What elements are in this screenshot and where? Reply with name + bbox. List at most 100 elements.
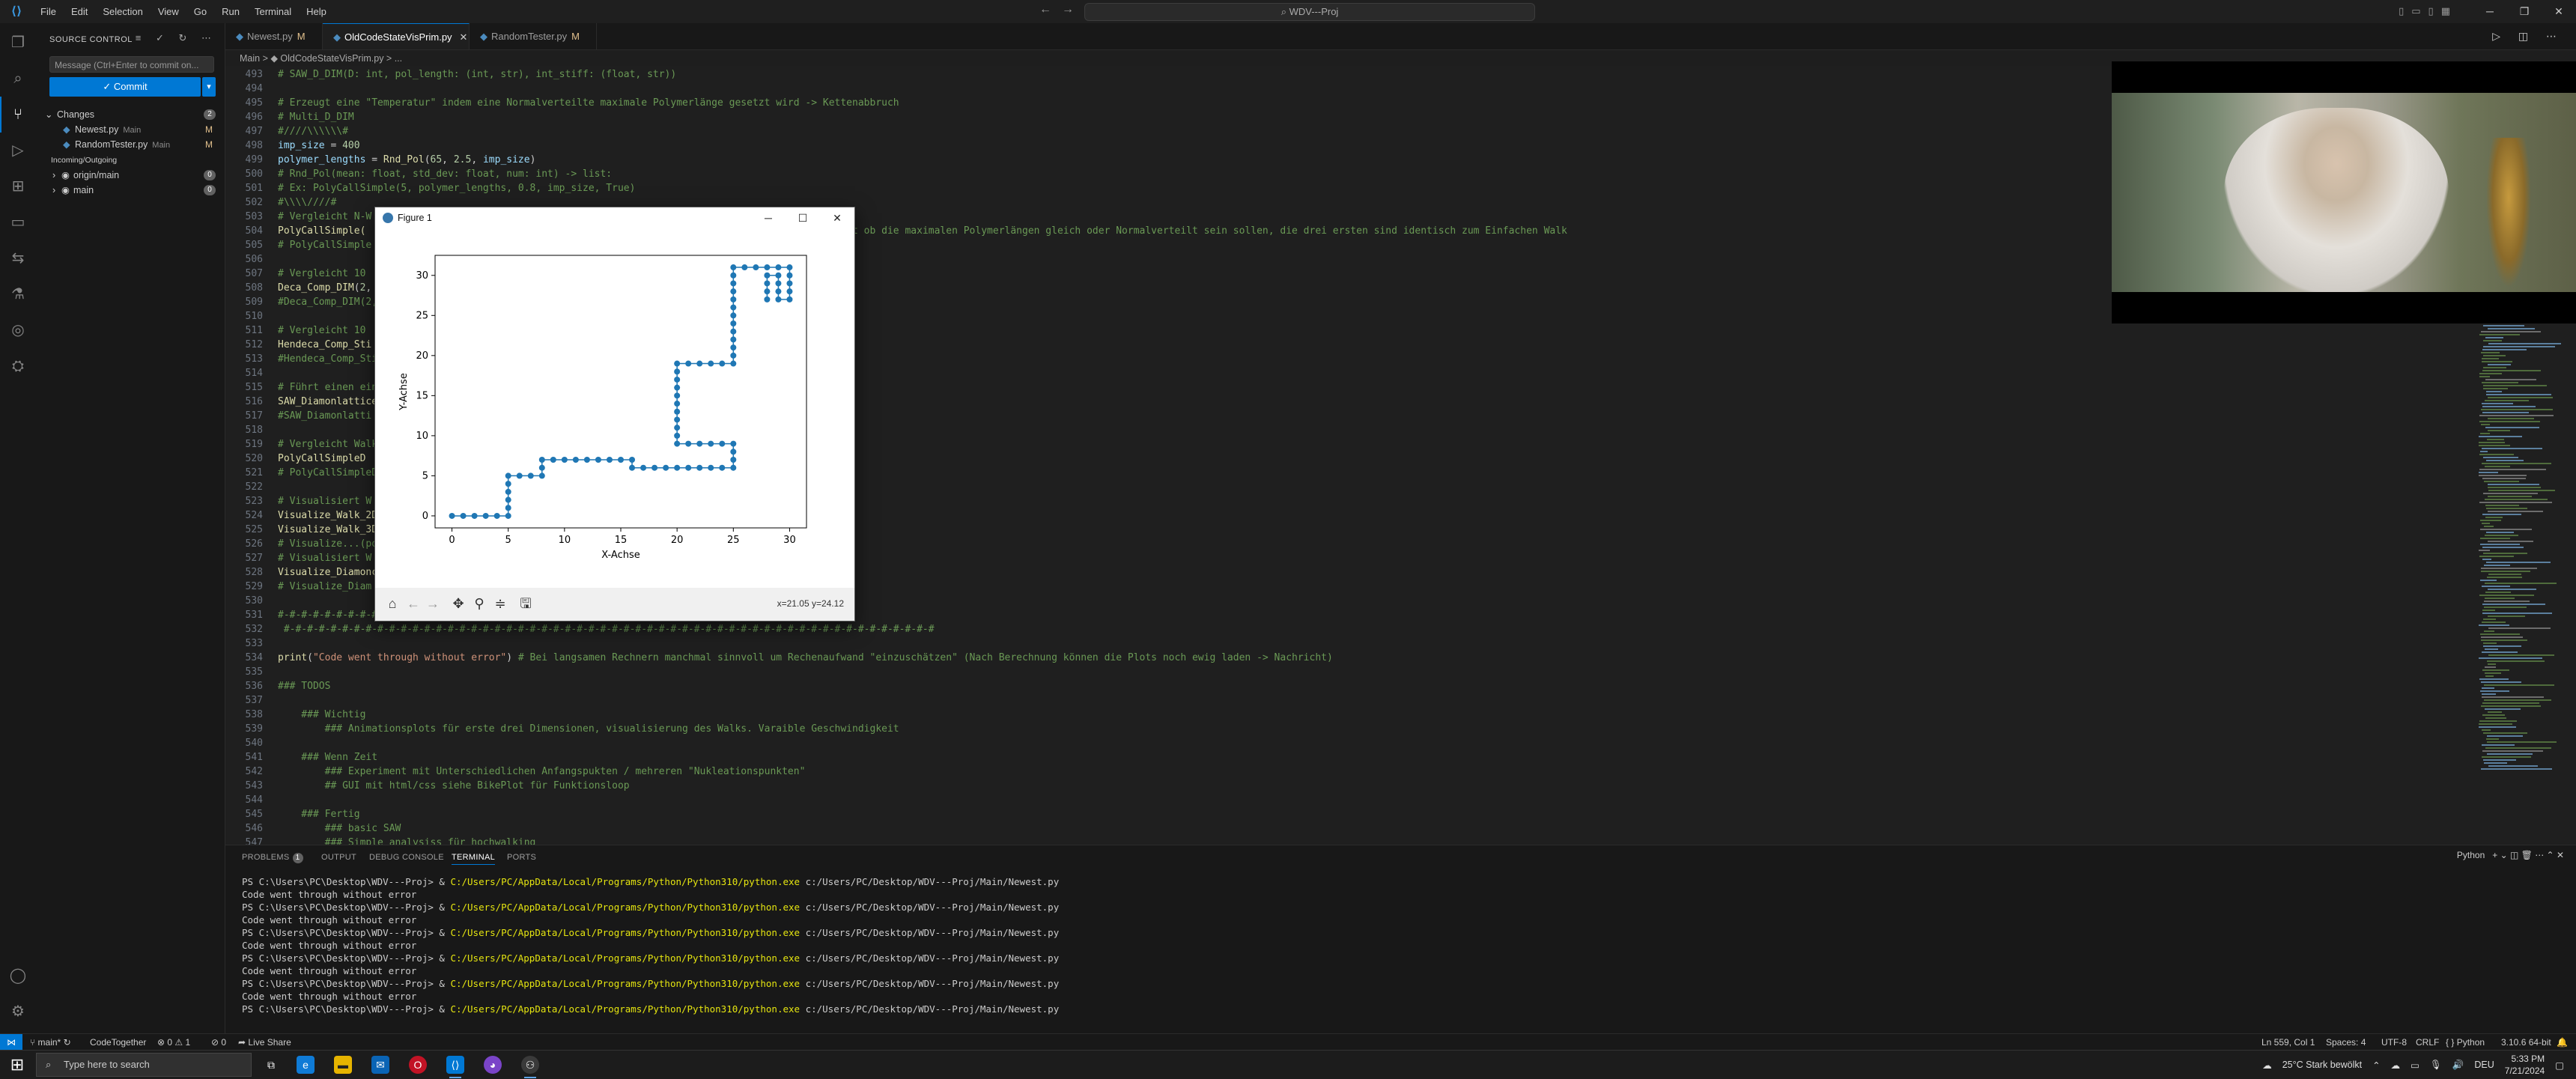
pan-icon[interactable]: ✥ — [450, 595, 467, 612]
code-line[interactable]: 546 ### basic SAW — [225, 821, 401, 836]
notifications-bell-icon[interactable]: 🔔 — [2557, 1034, 2568, 1051]
problems-status[interactable]: ⊗ 0 ⚠ 1 — [157, 1034, 190, 1051]
code-line[interactable]: 528 Visualize_Diamonc — [225, 565, 378, 580]
maximize-icon[interactable]: ☐ — [786, 207, 820, 228]
changed-file-item[interactable]: ◆ RandomTester.py Main M — [36, 137, 225, 152]
code-line[interactable]: 527 # Visualisiert W — [225, 551, 372, 565]
cursor-position[interactable]: Ln 559, Col 1 — [2261, 1034, 2315, 1051]
sidebar-actions[interactable]: ≡ ✓ ↻ ⋯ — [136, 32, 217, 44]
code-line[interactable]: 526 # Visualize...(po — [225, 537, 378, 551]
task-view-icon[interactable]: ⧉ — [262, 1056, 280, 1074]
codetogether-status[interactable]: CodeTogether — [90, 1034, 146, 1051]
code-line[interactable]: 522 — [225, 480, 278, 494]
code-line[interactable]: 497 #////\\\\\\# — [225, 124, 348, 139]
menu-terminal[interactable]: Terminal — [247, 0, 299, 23]
editor-actions[interactable]: ▷ ◫ ⋯ — [2492, 30, 2564, 43]
code-line[interactable]: 530 — [225, 594, 278, 608]
tab-debug-console[interactable]: DEBUG CONSOLE — [369, 853, 444, 862]
incoming-outgoing-header[interactable]: Incoming/Outgoing — [36, 153, 225, 168]
mic-icon[interactable]: 🎙 — [2430, 1060, 2442, 1071]
menu-help[interactable]: Help — [299, 0, 334, 23]
code-line[interactable]: 547 ### Simple analysiss für hochwalking — [225, 836, 536, 845]
mail-icon[interactable]: ✉ — [371, 1056, 389, 1074]
code-line[interactable]: 517 #SAW_Diamonlatti — [225, 409, 372, 423]
code-line[interactable]: 496 # Multi_D_DIM — [225, 110, 354, 124]
code-line[interactable]: 534 print("Code went through without erro… — [225, 651, 1333, 665]
codetogether-icon[interactable]: ⛭ — [9, 357, 27, 375]
account-icon[interactable]: ◯ — [9, 967, 27, 985]
menu-selection[interactable]: Selection — [95, 0, 150, 23]
commit-dropdown-icon[interactable]: ▾ — [202, 77, 216, 97]
toggle-sidebar-icon[interactable]: ▯ — [2399, 5, 2404, 17]
figure-canvas[interactable]: 0 5 10 15 20 25 30 0 5 10 15 20 25 30 X-Achse Y-Achse — [375, 228, 854, 588]
save-icon[interactable]: 🖫 — [517, 595, 534, 612]
code-line[interactable]: 544 — [225, 793, 278, 807]
remote-explorer-icon[interactable]: ▭ — [9, 213, 27, 231]
zoom-icon[interactable]: ⚲ — [471, 595, 487, 612]
toggle-panel-icon[interactable]: ▭ — [2411, 5, 2420, 17]
edge-icon[interactable]: e — [297, 1056, 315, 1074]
code-line[interactable]: 510 — [225, 309, 278, 323]
encoding[interactable]: UTF-8 — [2381, 1034, 2407, 1051]
tab-terminal[interactable]: TERMINAL — [452, 853, 496, 865]
tab-newest[interactable]: ◆ Newest.py M — [225, 23, 323, 49]
code-line[interactable]: 525 Visualize_Walk_3D — [225, 523, 378, 537]
tab-oldcodestatevisprim[interactable]: ◆ OldCodeStateVisPrim.py ✕ — [323, 23, 470, 49]
code-line[interactable]: 537 — [225, 693, 278, 708]
tab-randomtester[interactable]: ◆ RandomTester.py M — [470, 23, 597, 49]
tray-overflow-icon[interactable]: ⌃ — [2372, 1060, 2380, 1071]
code-line[interactable]: 513 #Hendeca_Comp_Sti — [225, 352, 378, 366]
code-line[interactable]: 494 — [225, 82, 278, 96]
code-line[interactable]: 493 # SAW_D_DIM(D: int, pol_length: (int,… — [225, 67, 677, 82]
code-line[interactable]: 507 # Vergleicht 10 — [225, 267, 366, 281]
code-line[interactable]: 501 # Ex: PolyCallSimple(5, polymer_lengt… — [225, 181, 636, 195]
menu-run[interactable]: Run — [214, 0, 247, 23]
code-line[interactable]: 532 #-#-#-#-#-#-#-#-#-#-#-#-#-#-#-#-#-#-… — [225, 622, 935, 636]
discord-icon[interactable]: ◕ — [484, 1056, 502, 1074]
github-icon[interactable]: ◎ — [9, 321, 27, 339]
code-line[interactable]: 539 ### Animationsplots für erste drei D… — [225, 722, 899, 736]
back-icon[interactable]: ← — [405, 595, 422, 612]
opera-icon[interactable]: O — [409, 1056, 427, 1074]
menu-file[interactable]: File — [33, 0, 64, 23]
clock[interactable]: 5:33 PM 7/21/2024 — [2505, 1053, 2545, 1077]
code-line[interactable]: 524 Visualize_Walk_2D — [225, 508, 378, 523]
code-line[interactable]: 509 #Deca_Comp_DIM(2, — [225, 295, 378, 309]
code-line[interactable]: 499 polymer_lengths = Rnd_Pol(65, 2.5, im… — [225, 153, 536, 167]
code-line[interactable]: 519 # Vergleicht Walk — [225, 437, 378, 452]
code-line[interactable]: 506 — [225, 252, 278, 267]
code-line[interactable]: 518 — [225, 423, 278, 437]
source-control-icon[interactable]: ⑂ — [9, 106, 27, 124]
close-icon[interactable]: ✕ — [820, 207, 854, 228]
code-line[interactable]: 512 Hendeca_Comp_Sti — [225, 338, 372, 352]
minimap[interactable] — [2479, 322, 2569, 771]
close-icon[interactable]: ✕ — [2542, 0, 2576, 23]
git-branch[interactable]: ⑂ main* ↻ — [30, 1034, 71, 1051]
code-line[interactable]: 535 — [225, 665, 278, 679]
windows-start-icon[interactable]: ⊞ — [7, 1055, 27, 1075]
python-interpreter[interactable]: 3.10.6 64-bit — [2501, 1034, 2551, 1051]
weather-text[interactable]: 25°C Stark bewölkt — [2282, 1060, 2362, 1070]
testing-icon[interactable]: ⚗ — [9, 285, 27, 303]
search-icon[interactable]: ⌕ — [9, 70, 27, 88]
branch-item[interactable]: › ◉ main 0 — [36, 183, 225, 198]
code-line[interactable]: 540 — [225, 736, 278, 750]
onedrive-icon[interactable]: ☁ — [2391, 1060, 2401, 1071]
menu-go[interactable]: Go — [186, 0, 214, 23]
input-language[interactable]: DEU — [2474, 1060, 2494, 1070]
language-mode[interactable]: { } Python — [2446, 1034, 2485, 1051]
forward-icon[interactable]: → — [425, 595, 441, 612]
commit-button[interactable]: ✓ Commit — [49, 77, 201, 97]
menu-edit[interactable]: Edit — [64, 0, 95, 23]
file-explorer-icon[interactable]: ▬ — [334, 1056, 352, 1074]
matplotlib-figure-window[interactable]: Figure 1 ─ ☐ ✕ 0 5 10 15 20 25 30 0 5 10 15 20 25 30 X… — [374, 207, 855, 621]
code-line[interactable]: 541 ### Wenn Zeit — [225, 750, 378, 765]
tab-ports[interactable]: PORTS — [507, 853, 536, 862]
layout-controls[interactable]: ▯ ▭ ▯ ▦ — [2399, 5, 2450, 17]
panel-actions[interactable]: Python + ⌄ ◫ 🗑 ⋯ ⌃ ✕ — [2457, 850, 2564, 860]
menu-view[interactable]: View — [151, 0, 186, 23]
settings-gear-icon[interactable]: ⚙ — [9, 1003, 27, 1021]
ports-status[interactable]: ⊘ 0 — [211, 1034, 226, 1051]
weather-icon[interactable]: ☁ — [2262, 1060, 2272, 1071]
commit-message-input[interactable]: Message (Ctrl+Enter to commit on... — [49, 56, 214, 73]
